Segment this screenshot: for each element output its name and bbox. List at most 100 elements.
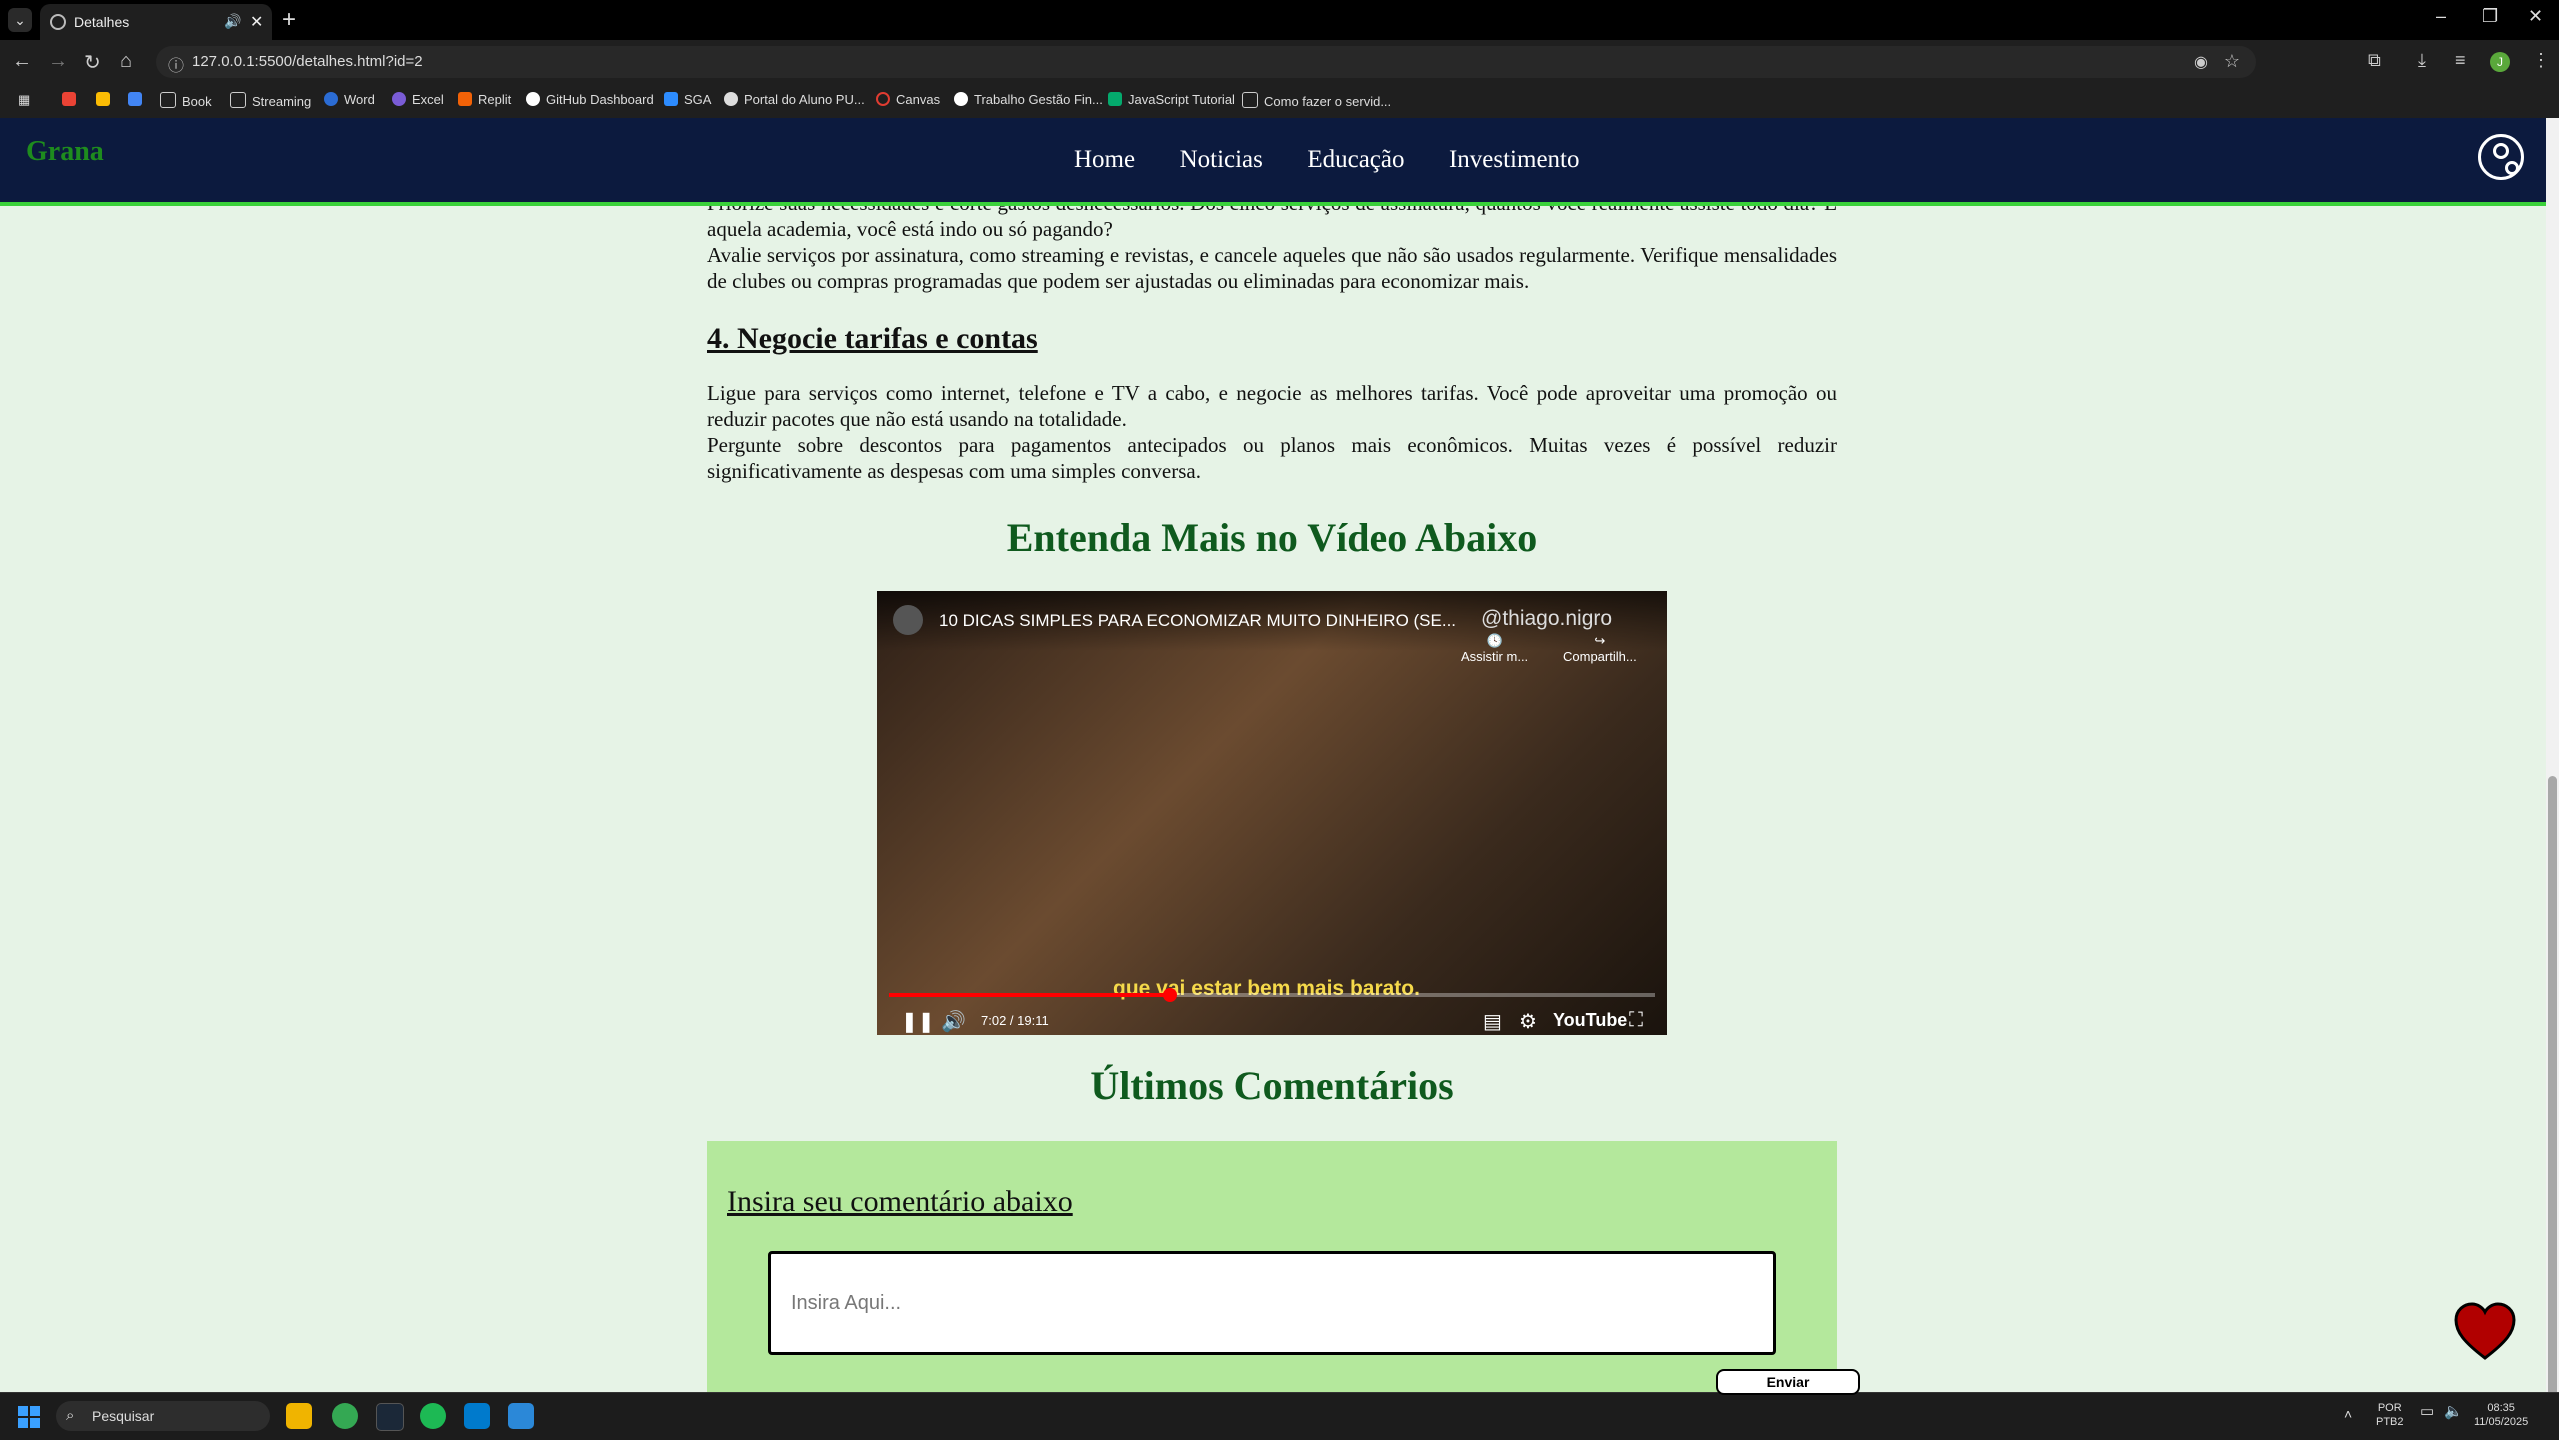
url-text[interactable]: 127.0.0.1:5500/detalhes.html?id=2 [192,53,423,70]
bookmark-streaming[interactable]: Streaming [230,92,311,109]
progress-scrubber[interactable] [1163,988,1178,1002]
scrollbar-thumb[interactable] [2548,776,2557,1396]
bookmark-canvas[interactable]: Canvas [876,92,940,107]
browser-tab[interactable]: Detalhes 🔊 ✕ [40,4,272,40]
restore-icon[interactable]: ❐ [2482,6,2498,27]
volume-tray-icon[interactable]: 🔈 [2444,1404,2463,1419]
menu-dots-icon[interactable]: ⋮ [2532,50,2550,71]
extensions-icon[interactable]: ⧉ [2368,50,2381,71]
bookmark-trabalho-gestao[interactable]: Trabalho Gestão Fin... [954,92,1103,107]
search-icon: ⌕ [66,1407,75,1424]
w3schools-icon [1108,92,1122,106]
tab-close-icon[interactable]: ✕ [250,12,263,32]
header-overlay: Grana Home Noticias Educação Investiment… [0,118,2546,206]
bookmarks-bar: ▦ Book Streaming Word Excel Replit GitHu… [0,84,2559,119]
watch-later-button[interactable]: 🕓 Assistir m... [1461,633,1528,664]
steam-icon[interactable] [376,1403,404,1431]
bookmark-github-dashboard[interactable]: GitHub Dashboard [526,92,654,107]
new-tab-icon[interactable]: + [282,6,296,34]
gmail-icon[interactable] [62,92,82,107]
eye-icon[interactable]: ◉ [2194,52,2208,72]
nav-noticias[interactable]: Noticias [1180,146,1263,173]
windows-start-icon[interactable] [18,1406,40,1428]
nav-educacao[interactable]: Educação [1307,146,1404,173]
input-language[interactable]: POR PTB2 [2376,1401,2404,1429]
fullscreen-icon[interactable]: ⛶ [1629,1009,1643,1032]
home-icon[interactable]: ⌂ [120,50,132,73]
bookmark-word[interactable]: Word [324,92,375,107]
settings-gear-icon[interactable]: ⚙ [1519,1009,1537,1034]
bookmark-book[interactable]: Book [160,92,212,109]
download-icon[interactable]: ⤓ [2418,50,2426,71]
bookmark-javascript-tutorial[interactable]: JavaScript Tutorial [1108,92,1235,107]
browser-tab-strip: ⌄ Detalhes 🔊 ✕ + – ❐ ✕ [0,0,2559,40]
share-button[interactable]: ↪ Compartilh... [1563,633,1637,664]
youtube-player[interactable]: 10 DICAS SIMPLES PARA ECONOMIZAR MUITO D… [877,591,1667,1035]
comment-input[interactable] [768,1251,1776,1355]
nav-investimento[interactable]: Investimento [1449,146,1580,173]
network-icon[interactable]: ▭ [2420,1404,2434,1419]
canvas-icon [876,92,890,106]
youtube-logo[interactable]: YouTube [1553,1010,1627,1031]
reload-icon[interactable]: ↻ [84,50,101,75]
site-info-icon[interactable]: ⓘ [168,52,184,76]
site-logo[interactable]: Grana [26,136,104,168]
article-paragraph: Pergunte sobre descontos para pagamentos… [707,433,1837,483]
article-content: Priorize suas necessidades e corte gasto… [707,180,1837,484]
section-heading: 4. Negocie tarifas e contas [707,322,1038,355]
video-caption: que vai estar bem mais barato. [1113,977,1420,1000]
folder-icon [230,92,246,108]
subtitles-icon[interactable]: ▤ [1483,1009,1502,1034]
drive-icon[interactable] [96,92,116,107]
apps-grid-icon[interactable]: ▦ [18,92,30,108]
video-progress-bar[interactable] [889,988,1655,1002]
bookmark-blue-icon[interactable] [128,92,148,107]
tab-search-chevron-icon[interactable]: ⌄ [8,8,32,32]
forward-icon[interactable]: → [48,50,68,73]
bookmark-star-icon[interactable]: ☆ [2224,51,2240,72]
article-paragraph: Avalie serviços por assinatura, como str… [707,243,1837,293]
heart-icon[interactable] [2454,1302,2516,1362]
address-bar[interactable]: ⓘ 127.0.0.1:5500/detalhes.html?id=2 ◉ ☆ [156,46,2256,78]
chrome-icon[interactable] [332,1403,358,1429]
video-title[interactable]: 10 DICAS SIMPLES PARA ECONOMIZAR MUITO D… [939,611,1456,631]
progress-fill [889,993,1171,997]
page-scrollbar[interactable] [2546,118,2559,1396]
clock[interactable]: 08:35 11/05/2025 [2474,1401,2528,1429]
globe-icon [50,14,66,30]
profile-avatar[interactable]: J [2490,52,2510,72]
volume-icon[interactable]: 🔊 [941,1009,966,1034]
bookmark-replit[interactable]: Replit [458,92,511,107]
back-icon[interactable]: ← [12,50,32,73]
bookmark-portal-aluno[interactable]: Portal do Aluno PU... [724,92,865,107]
file-explorer-icon[interactable] [286,1403,312,1429]
folder-icon [160,92,176,108]
minimize-icon[interactable]: – [2436,6,2446,27]
browser-toolbar: ← → ↻ ⌂ ⓘ 127.0.0.1:5500/detalhes.html?i… [0,40,2559,84]
replit-icon [458,92,472,106]
share-icon: ↪ [1594,633,1606,648]
spotify-icon[interactable] [420,1403,446,1429]
taskbar-search[interactable]: ⌕ Pesquisar [56,1401,270,1431]
pause-icon[interactable]: ❚❚ [901,1009,935,1034]
speaker-icon[interactable]: 🔊 [224,13,241,30]
video-time: 7:02 / 19:11 [981,1013,1049,1028]
sga-icon [664,92,678,106]
comment-label: Insira seu comentário abaixo [727,1185,1073,1218]
github-icon [526,92,540,106]
channel-avatar[interactable] [893,605,923,635]
nav-home[interactable]: Home [1074,146,1135,173]
app-icon[interactable] [508,1403,534,1429]
bookmark-como-fazer[interactable]: Como fazer o servid... [1242,92,1391,109]
window-close-icon[interactable]: ✕ [2528,6,2543,27]
portal-icon [724,92,738,106]
vscode-icon[interactable] [464,1403,490,1429]
user-head-shape [2493,143,2509,159]
bookmark-sga[interactable]: SGA [664,92,711,107]
send-button[interactable]: Enviar [1716,1369,1860,1395]
user-account-icon[interactable] [2478,134,2524,180]
media-control-icon[interactable]: ≡ [2455,50,2466,71]
tray-chevron-icon[interactable]: ˄ [2344,1407,2352,1421]
bookmark-excel[interactable]: Excel [392,92,444,107]
article-paragraph: Ligue para serviços como internet, telef… [707,381,1837,431]
